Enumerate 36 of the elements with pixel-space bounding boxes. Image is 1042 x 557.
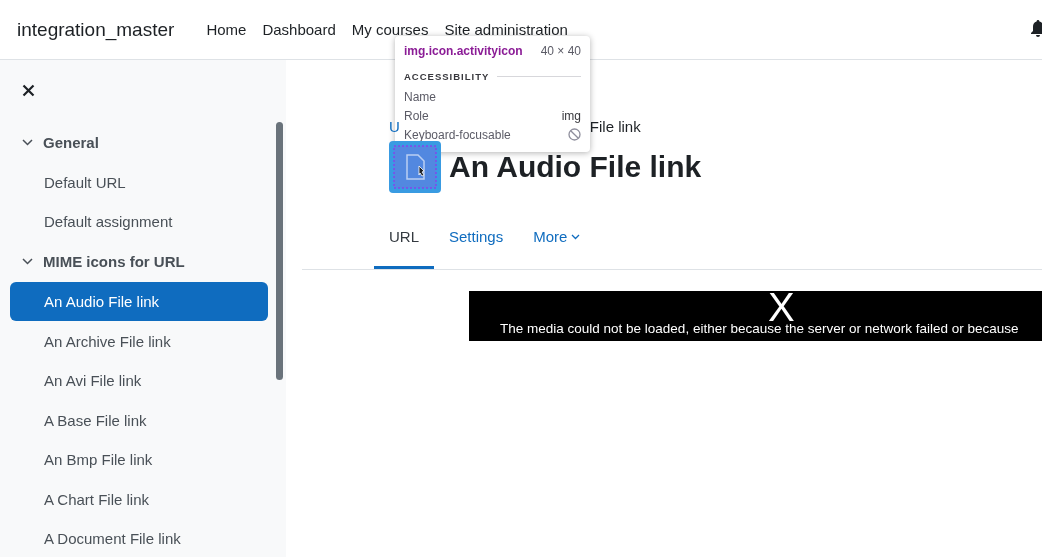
property-value: img [561, 108, 581, 123]
section-toggle[interactable]: MIME icons for URL [10, 241, 185, 282]
course-index-item[interactable]: An Avi File link [10, 361, 268, 400]
not-allowed-icon [568, 128, 581, 141]
course-index-item[interactable]: A Base File link [10, 400, 268, 440]
course-index-item[interactable]: An Audio File link [10, 282, 268, 321]
breadcrumb-link[interactable]: U [389, 118, 400, 135]
site-name: integration_master [17, 18, 175, 41]
property-label: Keyboard-focusable [404, 127, 511, 142]
course-index-item[interactable]: A Document File link [10, 519, 268, 557]
nav-link[interactable]: My courses [351, 21, 429, 38]
course-index-item[interactable]: A Chart File link [10, 479, 268, 519]
nav-link[interactable]: Site administration [444, 21, 568, 38]
page-title: An Audio File link [449, 150, 702, 184]
chevron-icon [22, 138, 33, 146]
tab[interactable]: Settings [434, 207, 519, 269]
section-toggle[interactable]: General [10, 122, 99, 162]
bell-icon[interactable] [1030, 20, 1042, 38]
element-selector: img.icon.activityicon [404, 44, 523, 58]
tab[interactable]: More [518, 207, 596, 269]
course-index-item[interactable]: Default assignment [10, 202, 268, 241]
scrollbar[interactable] [276, 122, 283, 380]
chevron-icon [22, 258, 33, 265]
property-label: Name [404, 89, 436, 104]
nav-link[interactable]: Dashboard [262, 21, 336, 38]
caret-icon [571, 233, 581, 240]
course-index-item[interactable]: An Bmp File link [10, 440, 268, 479]
breadcrumb-current: File link [589, 118, 641, 135]
course-index-item[interactable]: An Archive File link [10, 321, 268, 361]
close-icon [21, 83, 35, 97]
property-label: Role [404, 108, 429, 123]
nav-link[interactable]: Home [206, 21, 247, 38]
course-index-item[interactable]: Default URL [10, 162, 268, 202]
tab[interactable]: URL [374, 207, 434, 269]
element-size: 40 × 40 [540, 44, 581, 58]
section-heading: ACCESSIBILITY [404, 71, 490, 82]
